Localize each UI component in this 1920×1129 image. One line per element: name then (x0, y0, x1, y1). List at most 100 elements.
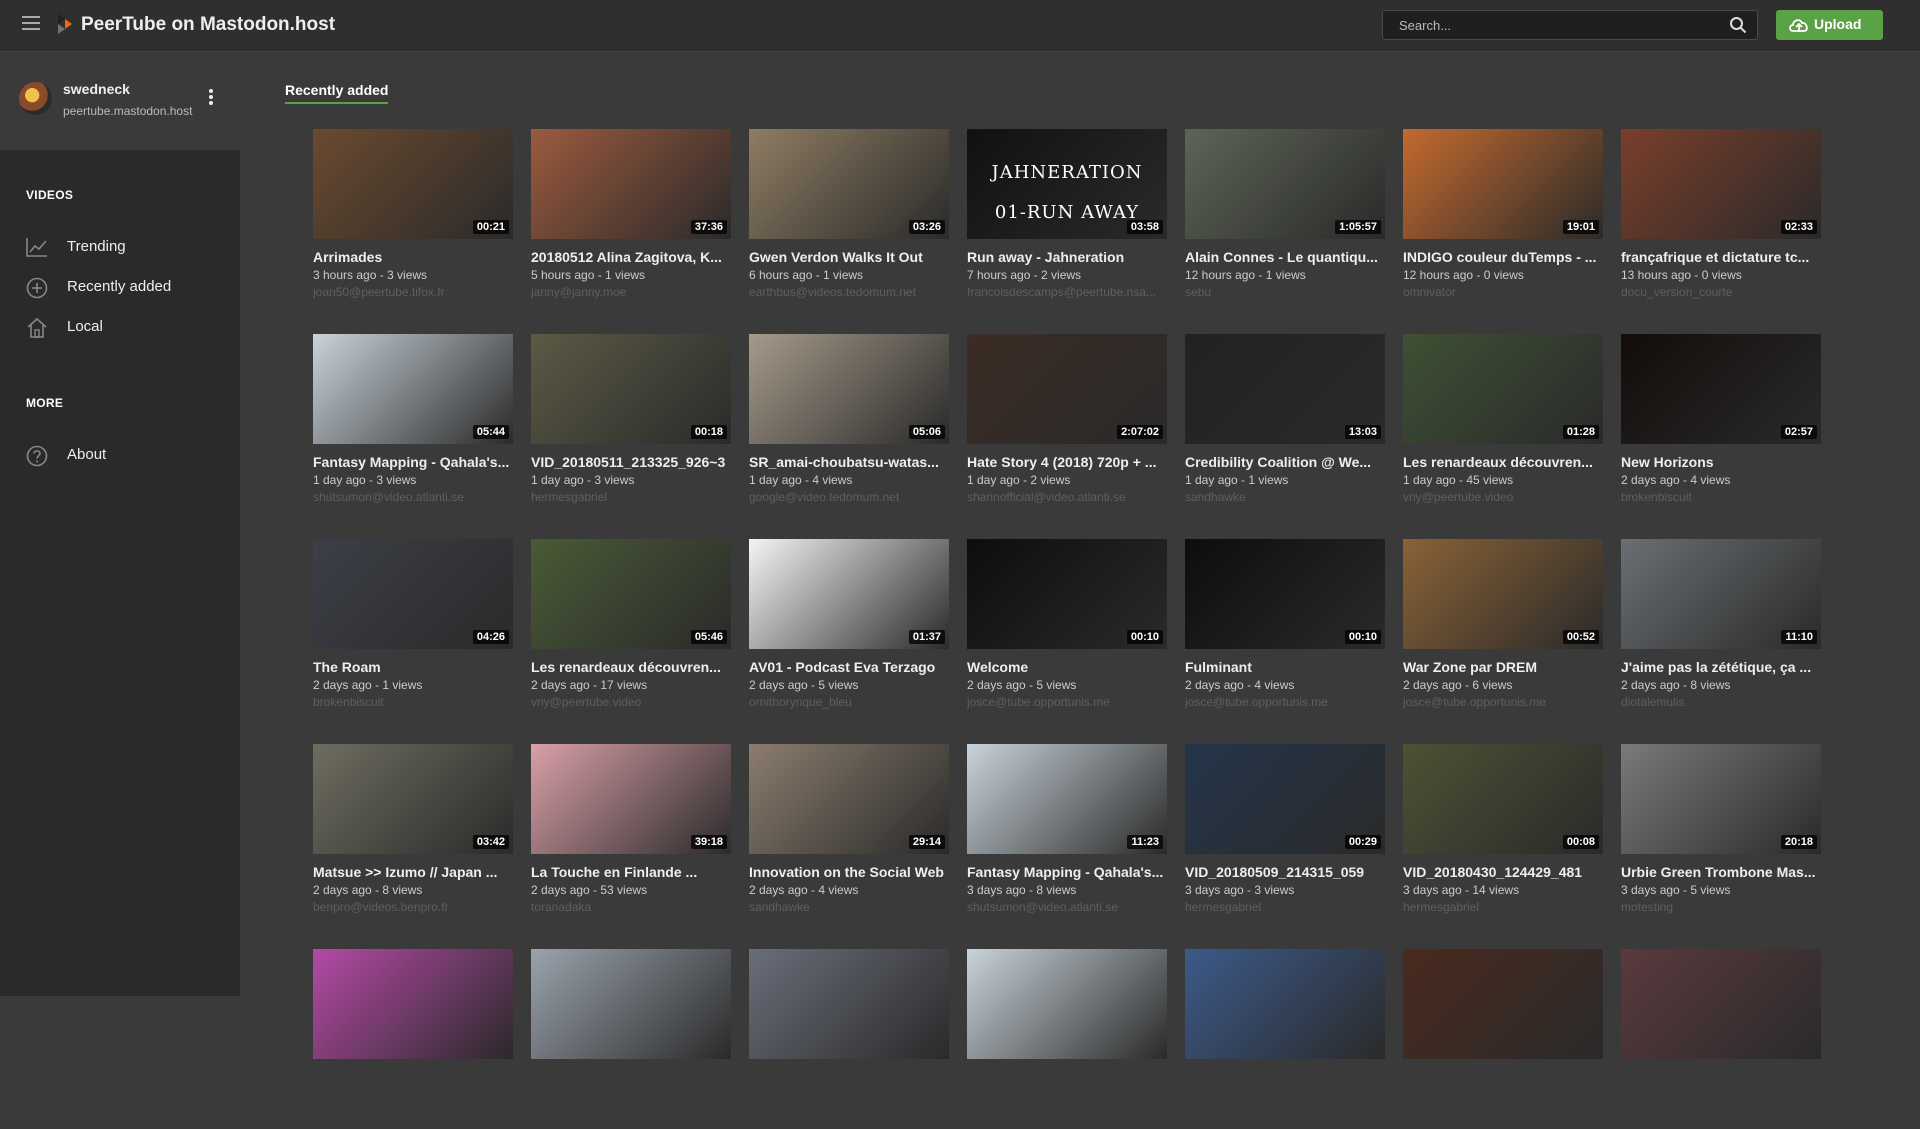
site-title[interactable]: PeerTube on Mastodon.host (81, 14, 335, 36)
video-thumbnail[interactable]: 29:14 (749, 744, 949, 854)
video-title[interactable]: War Zone par DREM (1403, 659, 1603, 675)
video-thumbnail[interactable]: 01:37 (749, 539, 949, 649)
video-account[interactable]: hermesgabriel (1185, 900, 1385, 914)
video-title[interactable]: La Touche en Finlande ... (531, 864, 731, 880)
video-thumbnail[interactable]: 00:18 (531, 334, 731, 444)
video-title[interactable]: VID_20180511_213325_926~3 (531, 454, 731, 470)
video-account[interactable]: sandhawke (749, 900, 949, 914)
video-title[interactable]: Credibility Coalition @ We... (1185, 454, 1385, 470)
video-account[interactable]: janny@janny.moe (531, 285, 731, 299)
video-account[interactable]: josce@tube.opportunis.me (967, 695, 1167, 709)
video-title[interactable]: AV01 - Podcast Eva Terzago (749, 659, 949, 675)
video-title[interactable]: Urbie Green Trombone Mas... (1621, 864, 1821, 880)
video-title[interactable]: Matsue >> Izumo // Japan ... (313, 864, 513, 880)
video-thumbnail[interactable]: JAHNERATION 01-RUN AWAY 03:58 (967, 129, 1167, 239)
video-account[interactable]: hermesgabriel (531, 490, 731, 504)
video-account[interactable]: francoisdescamps@peertube.nsa... (967, 285, 1167, 299)
video-account[interactable]: docu_version_courte (1621, 285, 1821, 299)
video-title[interactable]: Welcome (967, 659, 1167, 675)
video-thumbnail[interactable]: 01:28 (1403, 334, 1603, 444)
video-account[interactable]: earthbus@videos.tedomum.net (749, 285, 949, 299)
video-account[interactable]: brokenbiscuit (1621, 490, 1821, 504)
video-thumbnail[interactable]: 00:29 (1185, 744, 1385, 854)
video-thumbnail[interactable]: 02:57 (1621, 334, 1821, 444)
video-title[interactable]: 20180512 Alina Zagitova, K... (531, 249, 731, 265)
video-title[interactable]: INDIGO couleur duTemps - ... (1403, 249, 1603, 265)
video-account[interactable]: sebu (1185, 285, 1385, 299)
hamburger-menu-icon[interactable] (22, 16, 40, 32)
video-thumbnail[interactable]: 00:21 (313, 129, 513, 239)
video-title[interactable]: VID_20180430_124429_481 (1403, 864, 1603, 880)
search-icon[interactable] (1729, 16, 1747, 34)
video-thumbnail[interactable]: 04:26 (313, 539, 513, 649)
scrollbar[interactable] (1905, 51, 1920, 996)
video-thumbnail[interactable]: 03:26 (749, 129, 949, 239)
video-title[interactable]: Run away - Jahneration (967, 249, 1167, 265)
upload-button[interactable]: Upload (1776, 10, 1883, 40)
video-account[interactable]: joan50@peertube.tifox.fr (313, 285, 513, 299)
video-thumbnail[interactable]: 00:10 (967, 539, 1167, 649)
video-thumbnail[interactable]: 03:42 (313, 744, 513, 854)
video-thumbnail[interactable]: 05:46 (531, 539, 731, 649)
video-title[interactable]: Fantasy Mapping - Qahala's... (313, 454, 513, 470)
video-title[interactable]: VID_20180509_214315_059 (1185, 864, 1385, 880)
video-thumbnail[interactable]: 19:01 (1403, 129, 1603, 239)
video-account[interactable]: shutsumon@video.atlanti.se (313, 490, 513, 504)
video-account[interactable]: benpro@videos.benpro.fr (313, 900, 513, 914)
page-title[interactable]: Recently added (285, 82, 389, 104)
video-account[interactable]: ornithorynque_bleu (749, 695, 949, 709)
video-account[interactable]: omnivator (1403, 285, 1603, 299)
video-account[interactable]: google@video.tedomum.net (749, 490, 949, 504)
video-thumbnail[interactable] (1403, 949, 1603, 1059)
video-account[interactable]: toranadaka (531, 900, 731, 914)
video-thumbnail[interactable] (1621, 949, 1821, 1059)
video-account[interactable]: shutsumon@video.atlanti.se (967, 900, 1167, 914)
video-thumbnail[interactable]: 05:06 (749, 334, 949, 444)
video-account[interactable]: sandhawke (1185, 490, 1385, 504)
video-account[interactable]: josce@tube.opportunis.me (1403, 695, 1603, 709)
video-title[interactable]: The Roam (313, 659, 513, 675)
video-thumbnail[interactable]: 37:36 (531, 129, 731, 239)
video-thumbnail[interactable] (967, 949, 1167, 1059)
video-title[interactable]: J'aime pas la zététique, ça ... (1621, 659, 1821, 675)
video-thumbnail[interactable] (531, 949, 731, 1059)
sidebar-item-local[interactable]: Local (26, 315, 226, 341)
video-account[interactable]: vny@peertube.video (531, 695, 731, 709)
video-thumbnail[interactable] (749, 949, 949, 1059)
video-title[interactable]: Hate Story 4 (2018) 720p + ... (967, 454, 1167, 470)
video-title[interactable]: Les renardeaux découvren... (531, 659, 731, 675)
video-account[interactable]: diotalemulis (1621, 695, 1821, 709)
video-thumbnail[interactable]: 20:18 (1621, 744, 1821, 854)
video-thumbnail[interactable]: 11:10 (1621, 539, 1821, 649)
video-account[interactable]: hermesgabriel (1403, 900, 1603, 914)
video-thumbnail[interactable]: 00:08 (1403, 744, 1603, 854)
video-title[interactable]: françafrique et dictature tc... (1621, 249, 1821, 265)
video-title[interactable]: SR_amai-choubatsu-watas... (749, 454, 949, 470)
video-thumbnail[interactable]: 39:18 (531, 744, 731, 854)
video-account[interactable]: vny@peertube.video (1403, 490, 1603, 504)
username[interactable]: swedneck (63, 81, 130, 97)
sidebar-item-trending[interactable]: Trending (26, 235, 226, 261)
video-thumbnail[interactable]: 00:52 (1403, 539, 1603, 649)
video-thumbnail[interactable]: 11:23 (967, 744, 1167, 854)
video-title[interactable]: Innovation on the Social Web (749, 864, 949, 880)
video-thumbnail[interactable]: 02:33 (1621, 129, 1821, 239)
video-title[interactable]: Les renardeaux découvren... (1403, 454, 1603, 470)
sidebar-item-recently-added[interactable]: Recently added (26, 275, 226, 301)
video-title[interactable]: Fulminant (1185, 659, 1385, 675)
video-account[interactable]: shannofficial@video.atlanti.se (967, 490, 1167, 504)
search-input[interactable] (1383, 11, 1723, 39)
more-options-icon[interactable] (208, 89, 214, 107)
sidebar-item-about[interactable]: About (26, 443, 226, 469)
video-thumbnail[interactable]: 1:05:57 (1185, 129, 1385, 239)
video-title[interactable]: Fantasy Mapping - Qahala's... (967, 864, 1167, 880)
video-thumbnail[interactable]: 13:03 (1185, 334, 1385, 444)
video-account[interactable]: josce@tube.opportunis.me (1185, 695, 1385, 709)
video-thumbnail[interactable]: 00:10 (1185, 539, 1385, 649)
video-title[interactable]: Gwen Verdon Walks It Out (749, 249, 949, 265)
video-title[interactable]: Alain Connes - Le quantiqu... (1185, 249, 1385, 265)
video-title[interactable]: Arrimades (313, 249, 513, 265)
video-account[interactable]: motesting (1621, 900, 1821, 914)
video-account[interactable]: brokenbiscuit (313, 695, 513, 709)
video-thumbnail[interactable] (1185, 949, 1385, 1059)
